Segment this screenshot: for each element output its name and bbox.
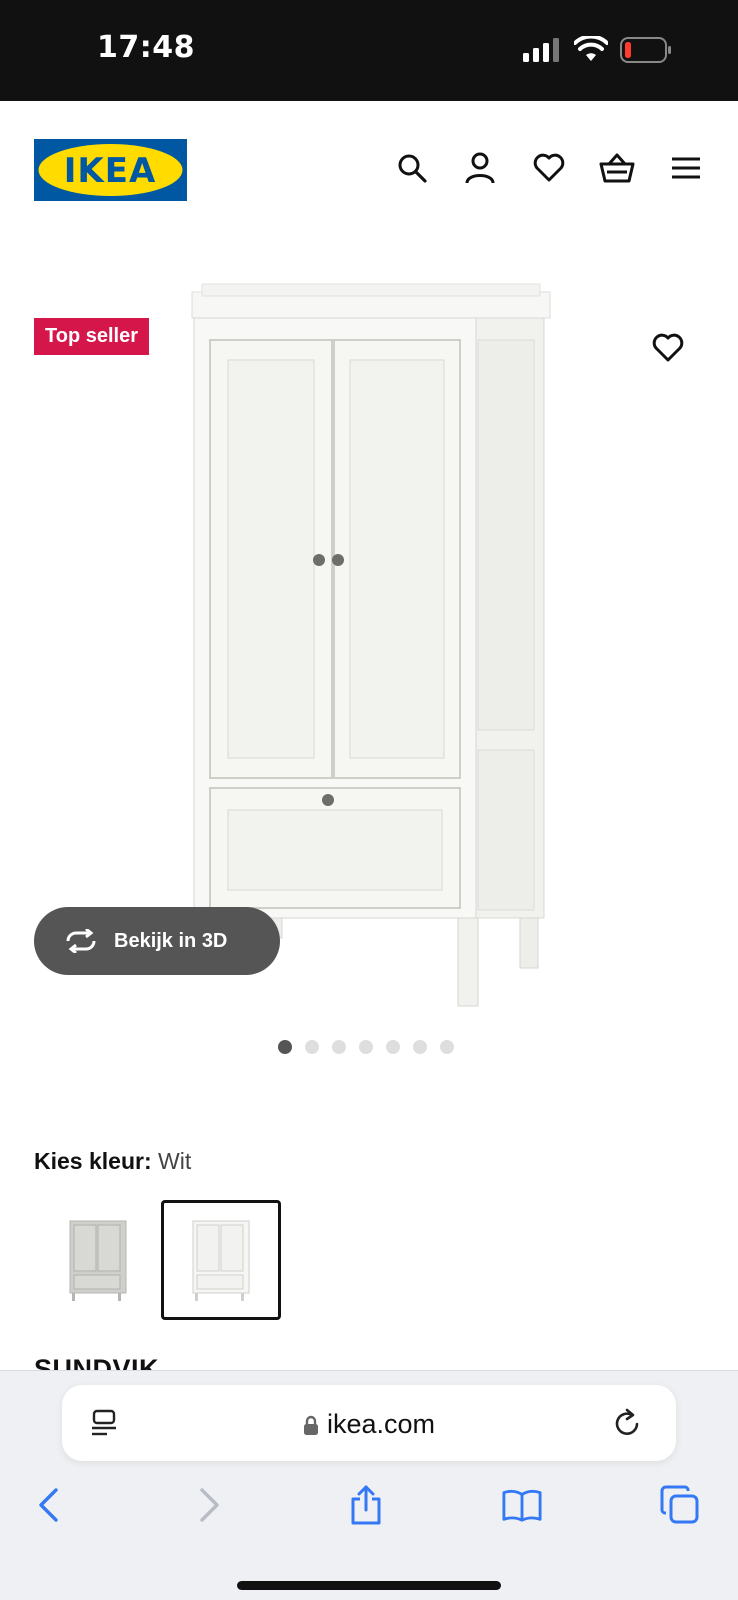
color-swatch-white[interactable] [161,1200,281,1320]
product-image-carousel[interactable]: Top seller Bekijk in 3D [0,280,738,1020]
browser-toolbar: ikea.com [0,1370,738,1600]
menu-icon [672,157,700,179]
chevron-right-icon [200,1488,219,1522]
back-button[interactable] [28,1485,68,1525]
view-in-3d-label: Bekijk in 3D [114,929,228,952]
wardrobe-image [191,283,551,1007]
account-icon [465,152,495,184]
rotate-3d-icon [66,929,96,953]
carousel-dot[interactable] [332,1040,346,1054]
menu-button[interactable] [668,150,704,186]
forward-button[interactable] [190,1485,230,1525]
heart-icon [652,333,684,362]
color-choice-label: Kies kleur: Wit [34,1148,191,1175]
carousel-dot[interactable] [359,1040,373,1054]
carousel-dot[interactable] [440,1040,454,1054]
wishlist-button[interactable] [531,150,567,186]
site-header: IKEA [0,101,738,231]
carousel-dot[interactable] [305,1040,319,1054]
top-seller-badge: Top seller [34,318,149,355]
reload-icon[interactable] [612,1407,644,1439]
carousel-dot[interactable] [413,1040,427,1054]
search-button[interactable] [394,150,430,186]
wifi-icon [574,36,608,61]
ikea-logo[interactable]: IKEA [34,139,187,201]
view-in-3d-button[interactable]: Bekijk in 3D [34,907,280,975]
color-swatch-grey[interactable] [38,1200,158,1320]
heart-icon [533,153,565,182]
product-favorite-button[interactable] [648,328,688,368]
status-bar: 17:48 [0,0,738,101]
tabs-button[interactable] [660,1485,700,1525]
color-value: Wit [158,1148,192,1174]
grey-wardrobe-thumbnail [69,1220,127,1301]
bookmarks-button[interactable] [502,1485,542,1525]
share-button[interactable] [346,1485,386,1525]
share-icon [351,1485,381,1525]
cart-icon [599,153,635,183]
search-icon [398,154,427,183]
lock-icon [303,1415,318,1435]
chevron-left-icon [39,1488,58,1522]
book-icon [502,1489,542,1522]
carousel-pagination [278,1040,454,1054]
battery-icon [620,37,671,63]
cart-button[interactable] [599,150,635,186]
url-display[interactable]: ikea.com [62,1409,676,1440]
carousel-dot[interactable] [278,1040,292,1054]
account-button[interactable] [462,150,498,186]
svg-text:IKEA: IKEA [64,151,157,191]
color-label-text: Kies kleur: [34,1148,152,1174]
url-text: ikea.com [326,1409,436,1439]
carousel-dot[interactable] [386,1040,400,1054]
status-time: 17:48 [97,30,195,65]
signal-icon [523,38,559,62]
tabs-icon [660,1485,699,1524]
home-indicator[interactable] [237,1581,501,1590]
address-bar[interactable]: ikea.com [62,1385,676,1461]
white-wardrobe-thumbnail [192,1220,250,1301]
